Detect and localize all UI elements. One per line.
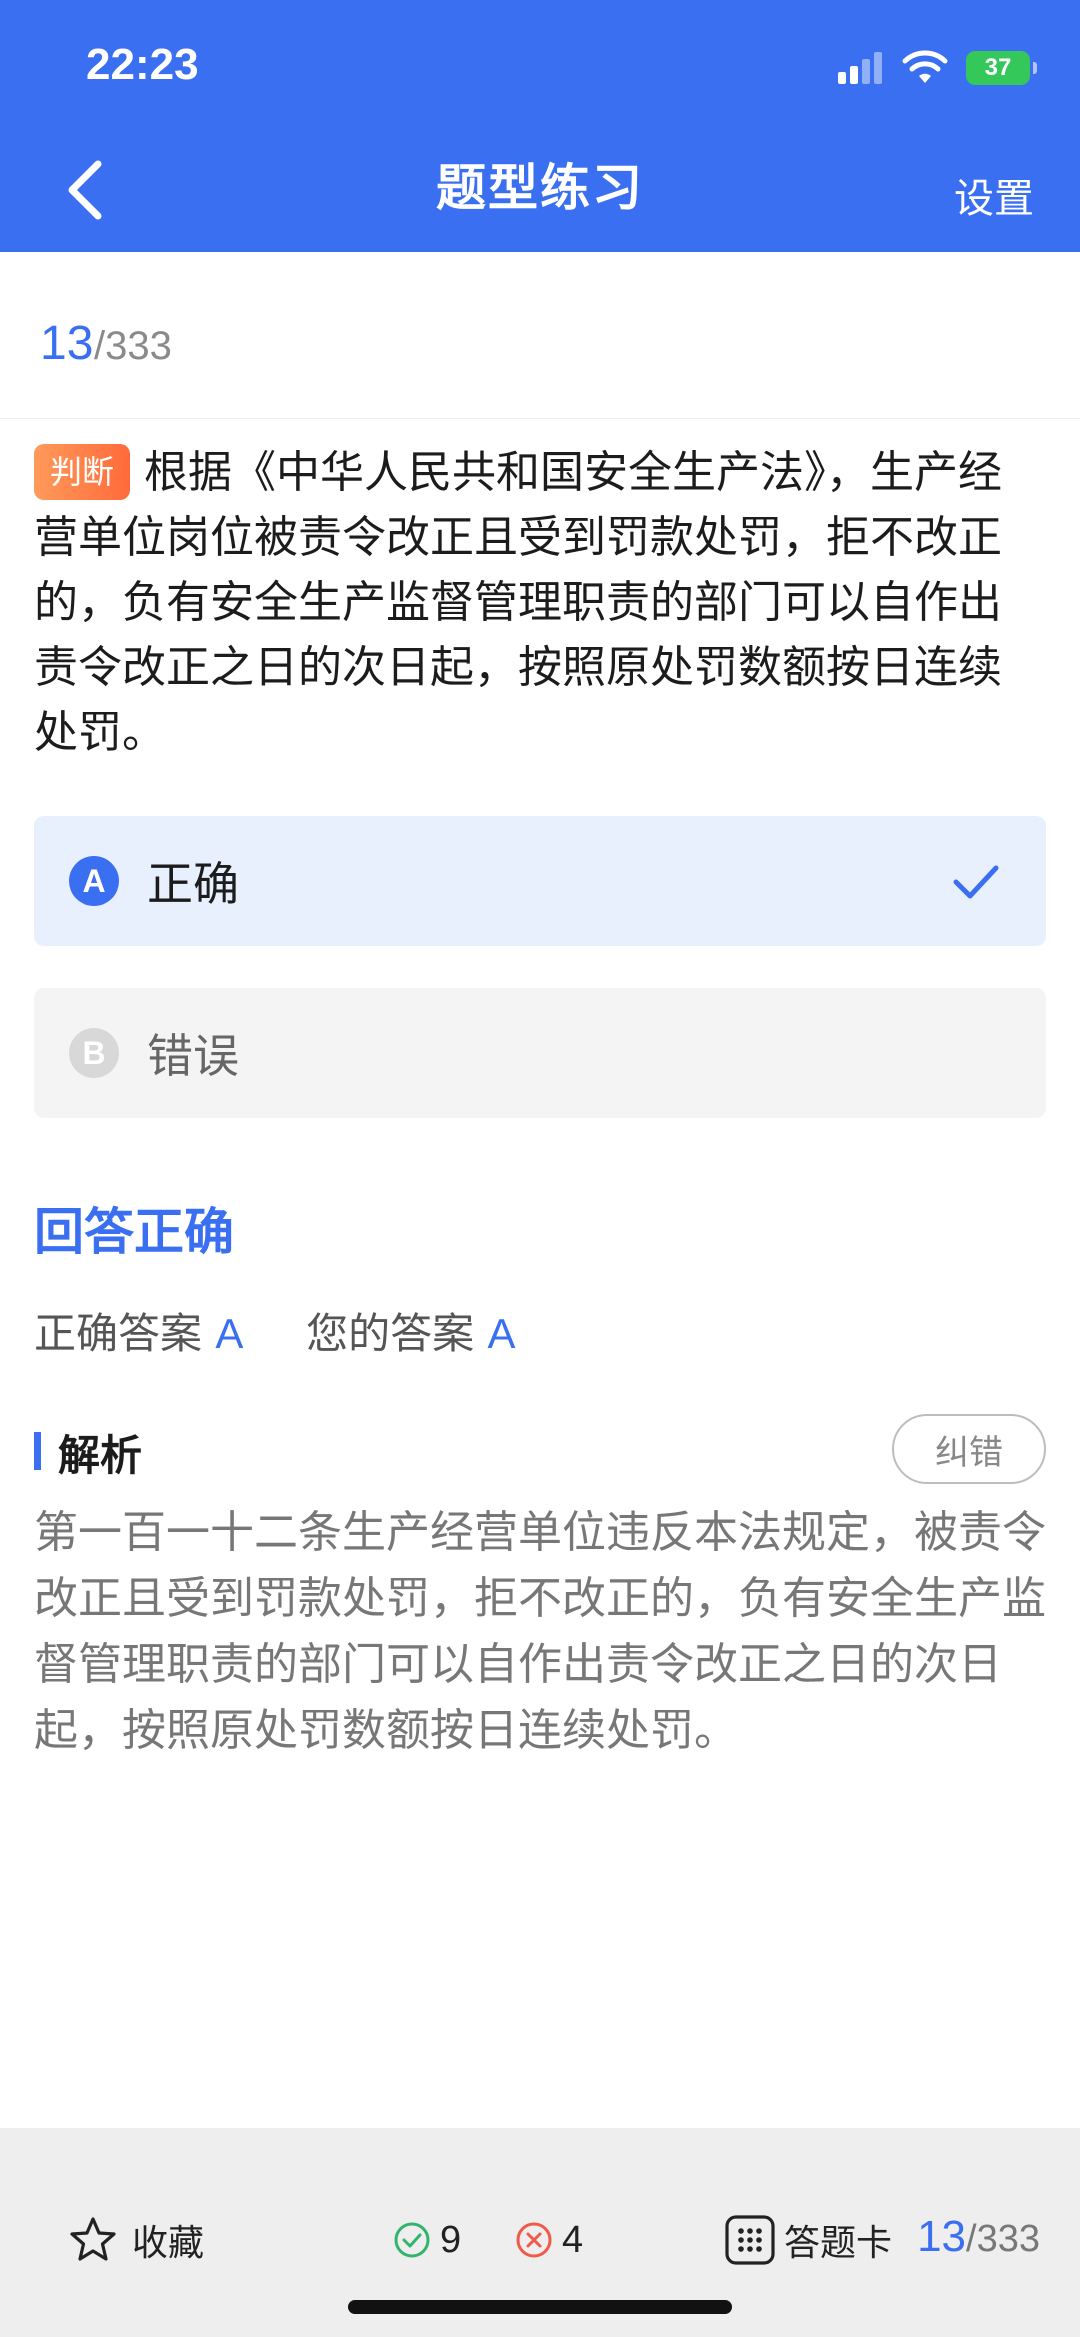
analysis-text: 第一百一十二条生产经营单位违反本法规定，被责令改正且受到罚款处罚，拒不改正的，负… — [34, 1507, 1046, 1756]
correct-count-value: 9 — [440, 2218, 462, 2261]
grid-icon — [725, 2215, 775, 2265]
correct-answer-label: 正确答案 — [34, 1309, 203, 1358]
star-icon — [70, 2217, 116, 2261]
bottom-progress-total: /333 — [966, 2218, 1040, 2260]
answer-card-button[interactable]: 答题卡 — [724, 2210, 892, 2270]
analysis-title: 解析 — [58, 1431, 143, 1480]
status-time: 22:23 — [86, 40, 199, 89]
wrong-count: 4 — [514, 2210, 583, 2270]
answer-summary: 正确答案 A 您的答案 A — [34, 1300, 516, 1361]
check-icon — [953, 865, 999, 899]
question-progress: 13 /333 — [0, 252, 1080, 419]
favorite-label: 收藏 — [132, 2223, 205, 2264]
question-text: 根据《中华人民共和国安全生产法》，生产经营单位岗位被责令改正且受到罚款处罚，拒不… — [34, 447, 1003, 758]
favorite-button[interactable]: 收藏 — [68, 2210, 204, 2270]
option-b-text: 错误 — [147, 1029, 239, 1083]
option-b-letter: B — [69, 1028, 119, 1078]
option-a-letter: A — [69, 856, 119, 906]
home-indicator — [348, 2300, 732, 2314]
progress-current: 13 — [40, 317, 94, 370]
wrong-circle-icon — [516, 2222, 552, 2258]
correct-count: 9 — [392, 2210, 461, 2270]
report-error-button[interactable]: 纠错 — [892, 1414, 1046, 1484]
settings-button[interactable]: 设置 — [954, 166, 1034, 224]
question: 判断 根据《中华人民共和国安全生产法》，生产经营单位岗位被责令改正且受到罚款处罚，… — [34, 440, 1034, 765]
answer-card-label: 答题卡 — [784, 2223, 893, 2264]
battery-icon: 37 — [966, 51, 1037, 85]
bottom-progress-current: 13 — [917, 2212, 967, 2261]
result-title: 回答正确 — [34, 1203, 234, 1261]
option-a[interactable]: A 正确 — [34, 816, 1046, 946]
wrong-count-value: 4 — [562, 2218, 584, 2261]
battery-level: 37 — [984, 54, 1012, 81]
signal-icon — [838, 52, 882, 84]
option-a-text: 正确 — [147, 857, 239, 911]
header: 22:23 37 题型练习 设置 — [0, 0, 1080, 252]
status-icons: 37 — [836, 46, 1037, 90]
question-type-badge: 判断 — [34, 444, 131, 500]
correct-circle-icon — [394, 2222, 430, 2258]
bottom-progress: 13 /333 — [917, 2212, 1040, 2262]
progress-total: /333 — [94, 324, 172, 368]
your-answer-label: 您的答案 — [306, 1309, 475, 1358]
wifi-icon — [902, 50, 948, 83]
option-b[interactable]: B 错误 — [34, 988, 1046, 1118]
page-title: 题型练习 — [436, 159, 644, 217]
your-answer-value: A — [487, 1310, 516, 1357]
correct-answer-value: A — [215, 1310, 244, 1357]
analysis-marker — [34, 1432, 41, 1470]
